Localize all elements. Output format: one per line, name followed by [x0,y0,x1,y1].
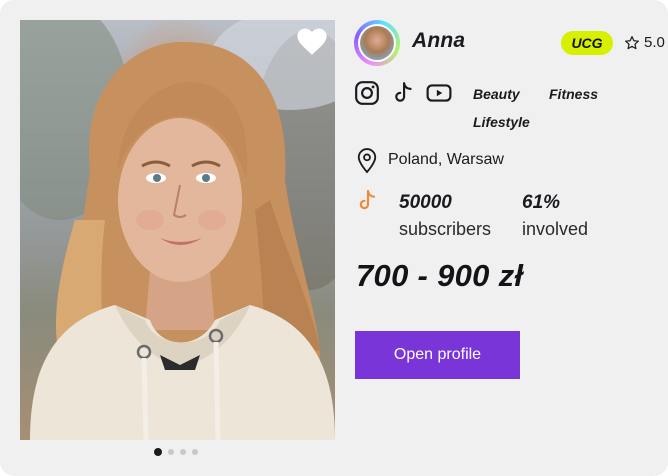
pagination-dot[interactable] [168,449,174,455]
instagram-icon[interactable] [354,80,380,106]
tiktok-icon [359,189,376,210]
subscribers-count: 50000 [399,192,452,213]
engagement-rate: 61% [522,192,561,213]
engagement-label: involved [522,219,589,239]
subscribers-label: subscribers [399,219,492,239]
tag-beauty: Beauty [473,86,520,102]
avatar[interactable] [354,20,400,66]
creator-photo[interactable] [20,20,335,440]
tag-fitness: Fitness [549,86,599,102]
pagination-dot[interactable] [192,449,198,455]
tiktok-icon[interactable] [390,80,416,106]
heart-icon[interactable] [296,28,328,56]
location-pin-icon [357,148,377,174]
pagination-dot-active[interactable] [154,448,162,456]
star-icon [625,35,639,49]
price-range: 700 - 900 zł [356,258,524,293]
location-text: Poland, Warsaw [388,151,504,168]
rating-value: 5.0 [644,34,665,51]
open-profile-button[interactable]: Open profile [355,331,520,379]
gallery-pagination [154,448,198,456]
rating: 5.0 [624,34,665,51]
tag-lifestyle: Lifestyle [473,114,530,130]
youtube-icon[interactable] [426,80,452,106]
creator-name: Anna [412,29,466,52]
pagination-dot[interactable] [180,449,186,455]
ugc-badge: UCG [561,31,613,55]
portrait-illustration [20,20,335,440]
creator-card: Anna UCG 5.0 Beauty Fitness Lifestyle Po… [0,0,668,476]
